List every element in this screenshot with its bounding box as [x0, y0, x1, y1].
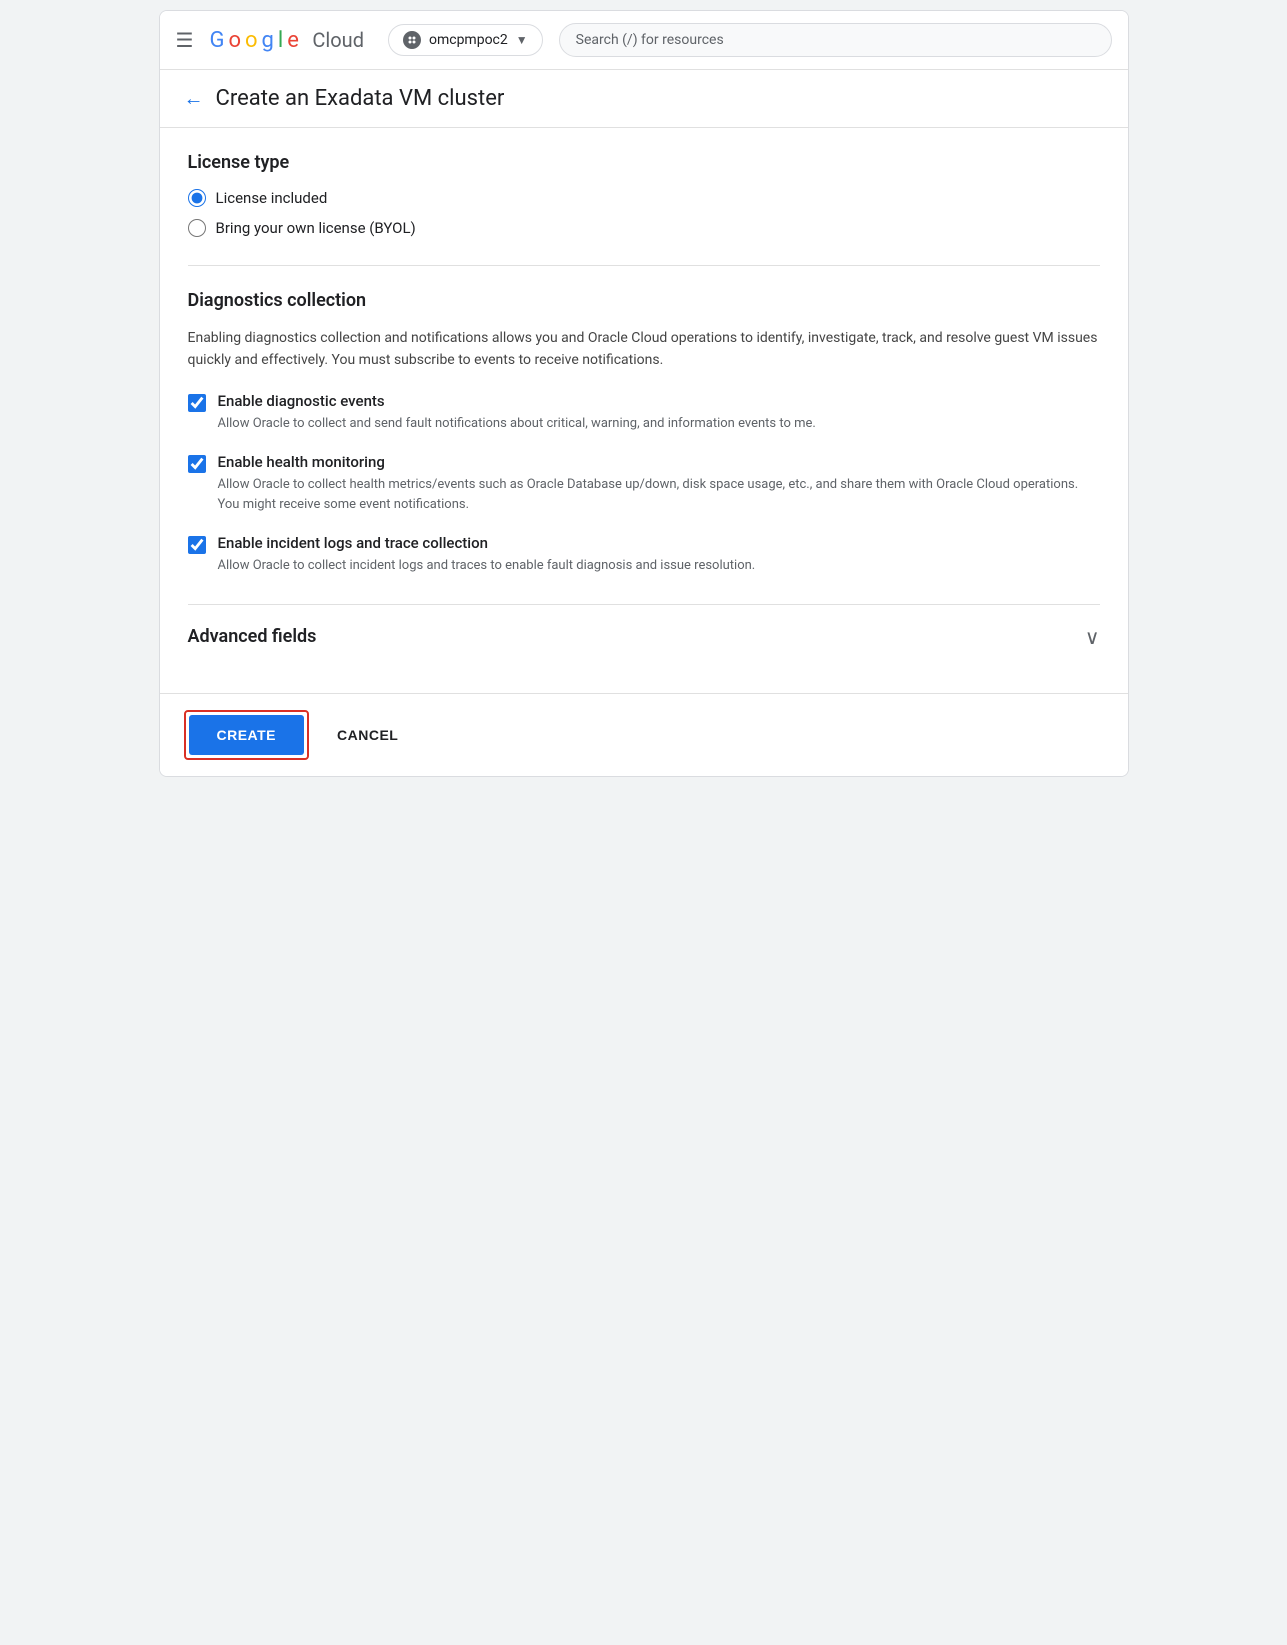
checkbox-diagnostic-events-desc: Allow Oracle to collect and send fault n… [218, 414, 816, 434]
create-button[interactable]: CREATE [189, 715, 305, 755]
radio-license-included-label: License included [216, 189, 328, 207]
divider-1 [188, 265, 1100, 266]
checkbox-diagnostic-events: Enable diagnostic events Allow Oracle to… [188, 392, 1100, 434]
main-content: License type License included Bring your… [160, 128, 1128, 693]
checkbox-health-monitoring: Enable health monitoring Allow Oracle to… [188, 453, 1100, 514]
radio-license-included[interactable]: License included [188, 189, 1100, 207]
google-logo: Google Cloud [209, 28, 364, 53]
checkbox-group: Enable diagnostic events Allow Oracle to… [188, 392, 1100, 576]
license-type-section: License type License included Bring your… [188, 152, 1100, 237]
hamburger-icon[interactable]: ☰ [176, 28, 194, 52]
checkbox-incident-logs: Enable incident logs and trace collectio… [188, 534, 1100, 576]
checkbox-incident-logs-label: Enable incident logs and trace collectio… [218, 534, 756, 552]
license-radio-group: License included Bring your own license … [188, 189, 1100, 237]
back-button[interactable]: ← [184, 86, 204, 111]
checkbox-health-monitoring-input[interactable] [188, 455, 206, 473]
page-title: Create an Exadata VM cluster [216, 86, 505, 111]
radio-byol[interactable]: Bring your own license (BYOL) [188, 219, 1100, 237]
project-name: omcpmpoc2 [429, 32, 508, 48]
create-button-wrapper: CREATE [184, 710, 310, 760]
checkbox-diagnostic-events-input[interactable] [188, 394, 206, 412]
advanced-fields-section[interactable]: Advanced fields ∨ [188, 604, 1100, 669]
checkbox-diagnostic-events-label: Enable diagnostic events [218, 392, 816, 410]
project-selector[interactable]: omcpmpoc2 ▼ [388, 24, 543, 56]
top-nav: ☰ Google Cloud omcpmpoc2 ▼ Search (/) fo… [160, 11, 1128, 70]
checkbox-health-monitoring-label: Enable health monitoring [218, 453, 1100, 471]
project-icon [403, 31, 421, 49]
chevron-down-icon: ∨ [1085, 625, 1100, 649]
radio-license-included-input[interactable] [188, 189, 206, 207]
checkbox-incident-logs-desc: Allow Oracle to collect incident logs an… [218, 556, 756, 576]
diagnostics-section: Diagnostics collection Enabling diagnost… [188, 290, 1100, 576]
project-dropdown-arrow: ▼ [516, 33, 528, 47]
advanced-fields-title: Advanced fields [188, 626, 317, 647]
checkbox-incident-logs-input[interactable] [188, 536, 206, 554]
diagnostics-title: Diagnostics collection [188, 290, 1100, 311]
radio-byol-input[interactable] [188, 219, 206, 237]
checkbox-health-monitoring-desc: Allow Oracle to collect health metrics/e… [218, 475, 1100, 514]
footer: CREATE CANCEL [160, 693, 1128, 776]
license-type-title: License type [188, 152, 1100, 173]
page-container: ☰ Google Cloud omcpmpoc2 ▼ Search (/) fo… [159, 10, 1129, 777]
cancel-button[interactable]: CANCEL [333, 715, 402, 755]
page-title-bar: ← Create an Exadata VM cluster [160, 70, 1128, 128]
radio-byol-label: Bring your own license (BYOL) [216, 219, 416, 237]
search-bar[interactable]: Search (/) for resources [559, 23, 1112, 57]
diagnostics-description: Enabling diagnostics collection and noti… [188, 327, 1100, 372]
